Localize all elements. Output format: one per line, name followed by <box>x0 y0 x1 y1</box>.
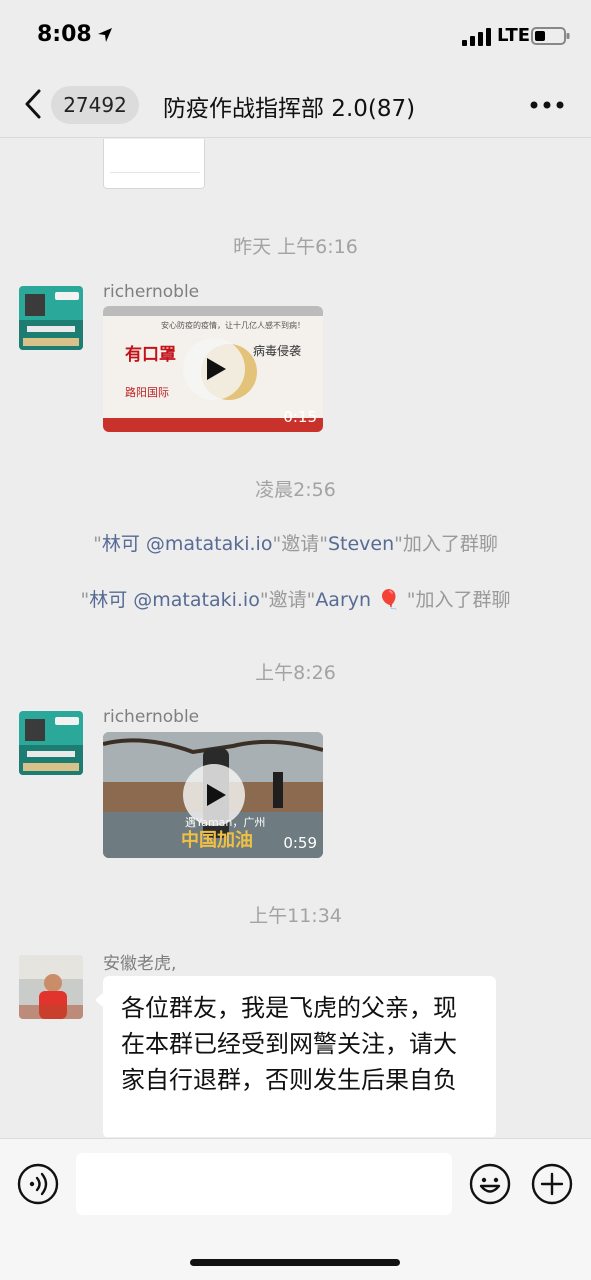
input-bar <box>0 1138 591 1280</box>
joined-text: "加入了群聊 <box>400 589 511 611</box>
sender-name: 安徽老虎, <box>103 954 177 974</box>
avatar-image <box>19 286 83 350</box>
invitee-name[interactable]: Aaryn 🎈 <box>315 589 400 611</box>
video-headline: 有口罩 <box>125 345 176 365</box>
joined-text: "加入了群聊 <box>394 533 498 555</box>
sender-name: richernoble <box>103 707 200 727</box>
video-message[interactable]: 遇Yaman，广州 中国加油 0:59 <box>103 732 323 858</box>
status-bar: 8:08 LTE <box>0 0 591 72</box>
more-icon[interactable] <box>529 100 565 110</box>
sender-name: richernoble <box>103 282 200 302</box>
invite-text: "邀请" <box>272 533 328 555</box>
video-brand-text: 路阳国际 <box>125 386 169 399</box>
system-message-join: "林可 @matataki.io"邀请"Aaryn 🎈 "加入了群聊 <box>0 585 591 612</box>
time-separator: 上午11:34 <box>249 905 342 927</box>
inviter-name[interactable]: 林可 @matataki.io <box>102 533 273 555</box>
video-side-text: 病毒侵袭 <box>253 344 302 358</box>
quote: " <box>93 533 102 555</box>
play-icon <box>207 784 226 806</box>
signal-icon <box>462 28 491 46</box>
message-input[interactable] <box>76 1153 452 1215</box>
video-duration: 0:15 <box>283 408 317 426</box>
invite-text: "邀请" <box>259 589 316 611</box>
video-top-strip <box>103 306 323 316</box>
video-top-text: 安心防疫的疫情，让十几亿人感不到病！ <box>161 321 305 330</box>
emoji-icon[interactable] <box>469 1163 511 1205</box>
avatar[interactable] <box>19 955 83 1019</box>
avatar-image <box>19 955 83 1019</box>
status-time: 8:08 <box>37 22 92 47</box>
play-button[interactable] <box>183 338 245 400</box>
time-separator: 昨天 上午6:16 <box>233 236 358 258</box>
play-button[interactable] <box>183 764 245 826</box>
plus-icon[interactable] <box>531 1163 573 1205</box>
previous-message-thumbnail[interactable] <box>103 139 205 189</box>
system-message-join: "林可 @matataki.io"邀请"Steven"加入了群聊 <box>0 529 591 556</box>
inviter-name[interactable]: 林可 @matataki.io <box>89 589 260 611</box>
battery-icon <box>531 27 570 45</box>
time-separator: 凌晨2:56 <box>255 479 336 501</box>
text-message-bubble[interactable]: 各位群友，我是飞虎的父亲，现在本群已经受到网警关注，请大家自行退群，否则发生后果… <box>103 976 496 1137</box>
chat-title: 防疫作战指挥部 2.0(87) <box>163 96 416 122</box>
network-label: LTE <box>497 25 531 46</box>
unread-count-badge[interactable]: 27492 <box>51 86 139 124</box>
avatar[interactable] <box>19 286 83 350</box>
voice-icon[interactable] <box>17 1163 59 1205</box>
video-duration: 0:59 <box>283 834 317 852</box>
quote: " <box>80 589 90 611</box>
home-indicator <box>190 1259 400 1266</box>
avatar[interactable] <box>19 711 83 775</box>
play-icon <box>207 358 226 380</box>
video-message[interactable]: 安心防疫的疫情，让十几亿人感不到病！ 有口罩 病毒侵袭 路阳国际 0:15 <box>103 306 323 432</box>
time-separator: 上午8:26 <box>255 662 336 684</box>
thumbnail-content <box>110 139 200 173</box>
chat-message-list[interactable]: 昨天 上午6:16 richernoble 安心防疫的疫情，让十几亿人感不到病！… <box>0 139 591 1137</box>
video-caption: 中国加油 <box>181 830 253 851</box>
chevron-left-icon[interactable] <box>20 86 48 122</box>
avatar-image <box>19 711 83 775</box>
location-arrow-icon <box>98 28 112 42</box>
invitee-name[interactable]: Steven <box>328 533 394 555</box>
chat-header: 27492 防疫作战指挥部 2.0(87) <box>0 72 591 138</box>
